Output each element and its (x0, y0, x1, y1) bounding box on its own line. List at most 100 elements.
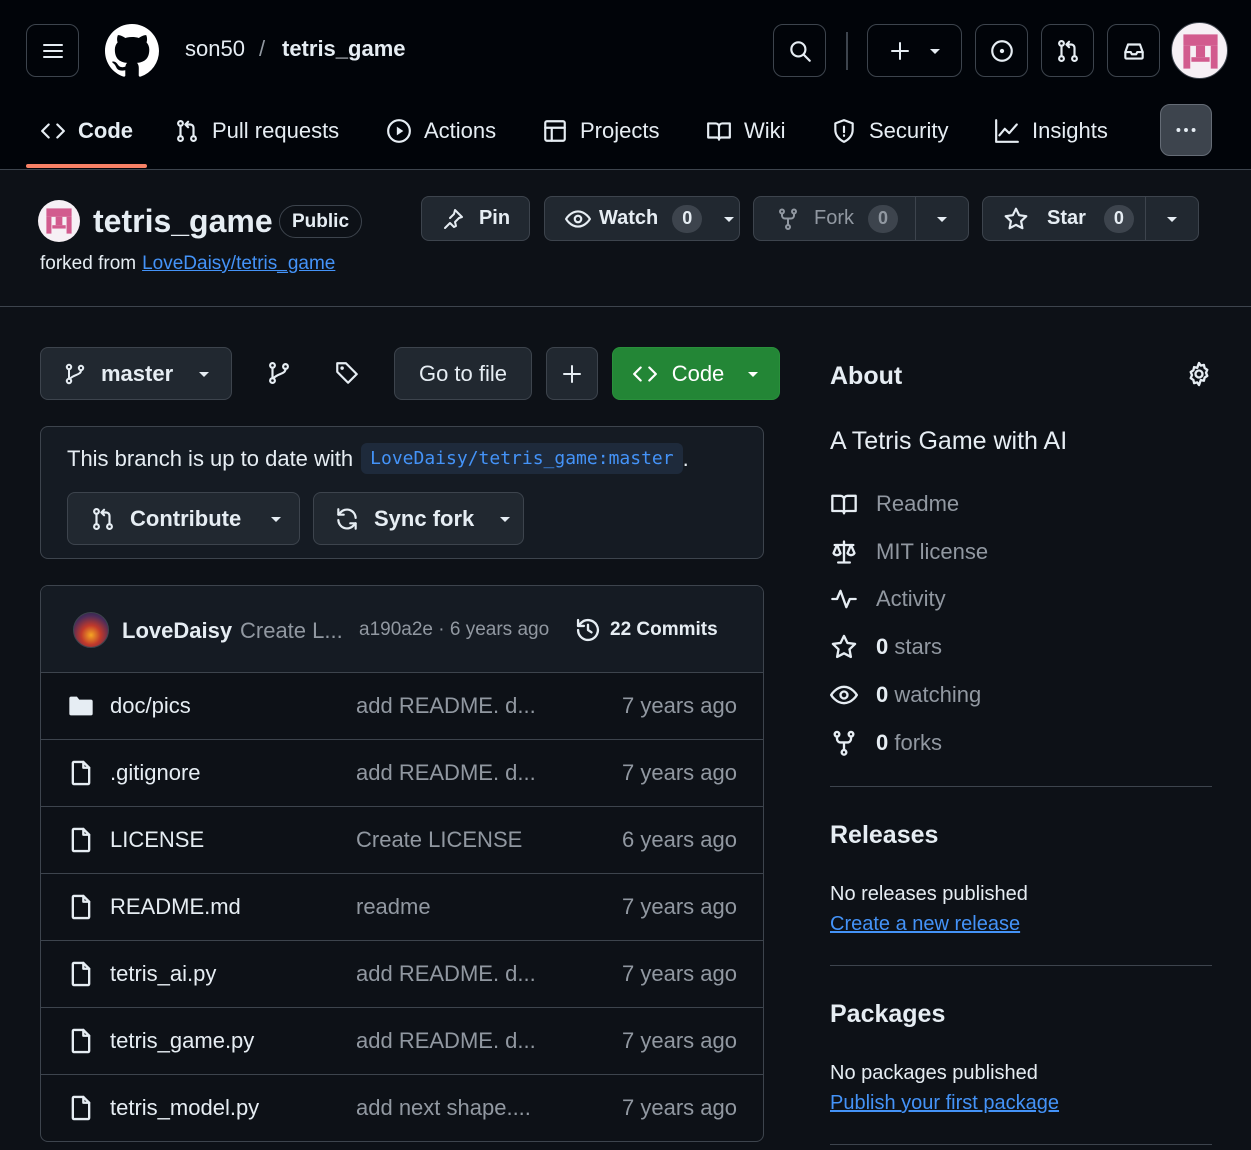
breadcrumb-repo[interactable]: tetris_game (282, 36, 406, 62)
file-row[interactable]: tetris_ai.py add README. d... 7 years ago (41, 940, 763, 1007)
git-pull-request-icon (177, 119, 197, 143)
watching-count: 0 (876, 682, 889, 707)
sync-fork-button[interactable]: Sync fork (313, 492, 524, 545)
commit-message[interactable]: Create L... (240, 618, 343, 644)
watch-button[interactable]: Watch 0 (544, 196, 740, 241)
branches-link[interactable] (266, 360, 292, 386)
file-commit-message[interactable]: add README. d... (356, 961, 536, 987)
status-text: This branch is up to date with (67, 445, 354, 471)
branch-select-button[interactable]: master (40, 347, 232, 400)
releases-title[interactable]: Releases (830, 821, 938, 850)
publish-package-link[interactable]: Publish your first package (830, 1092, 1059, 1115)
go-to-file-button[interactable]: Go to file (394, 347, 532, 400)
pin-button[interactable]: Pin (421, 196, 530, 241)
tab-insights[interactable]: Insights (994, 108, 1108, 154)
tab-security[interactable]: Security (831, 108, 948, 154)
file-row[interactable]: tetris_game.py add README. d... 7 years ag… (41, 1007, 763, 1074)
file-name[interactable]: doc/pics (110, 693, 191, 719)
commit-hash-age[interactable]: a190a2e · 6 years ago (359, 619, 549, 641)
create-release-link[interactable]: Create a new release (830, 913, 1020, 936)
file-row[interactable]: .gitignore add README. d... 7 years ago (41, 739, 763, 806)
file-commit-message[interactable]: add README. d... (356, 760, 536, 786)
file-age: 7 years ago (622, 760, 737, 785)
code-dropdown-button[interactable]: Code (612, 347, 780, 400)
file-commit-message[interactable]: add next shape.... (356, 1095, 531, 1121)
git-branch-icon (65, 363, 85, 384)
stars-count: 0 (876, 634, 889, 659)
file-name[interactable]: .gitignore (110, 760, 201, 786)
menu-button[interactable] (26, 24, 79, 77)
file-commit-message[interactable]: add README. d... (356, 1028, 536, 1054)
file-name[interactable]: tetris_game.py (110, 1028, 254, 1054)
commits-link[interactable]: 22 Commits (574, 616, 718, 644)
forked-from: forked from LoveDaisy/tetris_game (40, 253, 335, 275)
star-button[interactable]: Star 0 (983, 197, 1145, 240)
code-icon (41, 123, 65, 139)
tab-label: Insights (1032, 118, 1108, 143)
identicon-icon (46, 208, 72, 234)
inbox-button[interactable] (1107, 24, 1160, 77)
file-commit-message[interactable]: add README. d... (356, 693, 536, 719)
table-icon (544, 120, 566, 142)
file-name[interactable]: tetris_model.py (110, 1095, 259, 1121)
readme-link[interactable]: Readme (830, 490, 959, 518)
edit-about-button[interactable] (1185, 360, 1213, 388)
fork-dropdown-button[interactable] (916, 197, 968, 240)
packages-title[interactable]: Packages (830, 1000, 945, 1029)
commit-author[interactable]: LoveDaisy (122, 618, 232, 644)
fork-button[interactable]: Fork 0 (754, 197, 915, 240)
code-button-label: Code (671, 360, 725, 386)
kebab-horizontal-icon (1176, 128, 1196, 132)
commit-author-avatar[interactable] (73, 612, 109, 648)
stars-label: stars (894, 634, 943, 659)
tab-code[interactable]: Code (40, 108, 133, 154)
tab-projects[interactable]: Projects (542, 108, 659, 154)
file-icon (71, 961, 91, 987)
more-tabs-button[interactable] (1160, 104, 1212, 156)
file-age: 7 years ago (622, 1095, 737, 1120)
file-icon (71, 827, 91, 853)
file-row[interactable]: README.md readme 7 years ago (41, 873, 763, 940)
triangle-down-icon (929, 48, 940, 54)
file-commit-message[interactable]: readme (356, 894, 431, 920)
tab-pull-requests[interactable]: Pull requests (174, 108, 339, 154)
repo-forked-icon (833, 730, 855, 756)
create-new-button[interactable] (867, 24, 962, 77)
activity-link[interactable]: Activity (830, 585, 946, 613)
license-link[interactable]: MIT license (830, 538, 988, 566)
forked-from-link[interactable]: LoveDaisy/tetris_game (142, 253, 335, 275)
watching-label: watching (894, 682, 982, 707)
file-commit-message[interactable]: Create LICENSE (356, 827, 522, 853)
add-file-button[interactable] (546, 347, 598, 400)
issues-button[interactable] (975, 24, 1028, 77)
tags-link[interactable] (334, 360, 360, 386)
breadcrumb-owner[interactable]: son50 (185, 36, 245, 62)
avatar[interactable] (1171, 22, 1228, 79)
repo-title[interactable]: tetris_game (93, 203, 273, 240)
inbox-icon (1123, 42, 1144, 60)
upstream-ref-link[interactable]: LoveDaisy/tetris_game:master (361, 443, 683, 474)
tab-wiki[interactable]: Wiki (706, 108, 786, 154)
search-button[interactable] (773, 24, 826, 77)
tab-actions[interactable]: Actions (386, 108, 496, 154)
file-name[interactable]: README.md (110, 894, 241, 920)
file-row[interactable]: tetris_model.py add next shape.... 7 years… (41, 1074, 763, 1141)
file-row[interactable]: LICENSE Create LICENSE 6 years ago (41, 806, 763, 873)
branch-status-text: This branch is up to date with LoveDaisy… (67, 443, 689, 474)
gear-icon (1189, 361, 1209, 387)
repo-owner-avatar[interactable] (38, 200, 80, 242)
pull-requests-button[interactable] (1041, 24, 1094, 77)
about-title: About (830, 362, 903, 390)
watchers-link[interactable]: 0 watching (830, 681, 981, 709)
star-dropdown-button[interactable] (1146, 197, 1198, 240)
file-icon (71, 1095, 91, 1121)
file-row[interactable]: doc/pics add README. d... 7 years ago (41, 672, 763, 739)
folder-icon (69, 696, 93, 716)
file-name[interactable]: LICENSE (110, 827, 204, 853)
watch-count: 0 (672, 204, 703, 233)
stars-link[interactable]: 0 stars (830, 633, 942, 661)
contribute-button[interactable]: Contribute (67, 492, 300, 545)
file-name[interactable]: tetris_ai.py (110, 961, 216, 987)
forks-link[interactable]: 0 forks (830, 729, 942, 757)
github-logo[interactable] (105, 24, 159, 78)
